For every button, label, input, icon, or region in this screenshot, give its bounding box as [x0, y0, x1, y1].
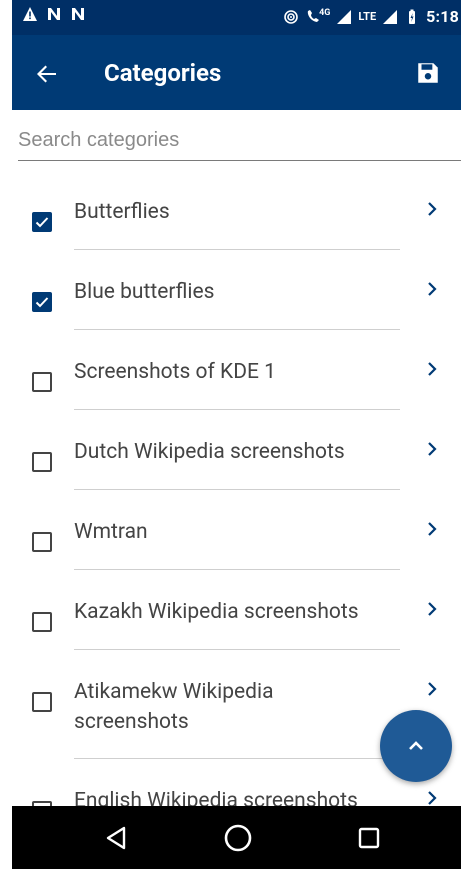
chevron-up-icon: [409, 741, 423, 750]
square-recents-icon: [358, 827, 380, 849]
check-icon: [35, 217, 49, 228]
arrow-left-icon: [37, 65, 56, 83]
chevron-right-icon[interactable]: [425, 602, 439, 616]
category-checkbox[interactable]: [32, 612, 52, 632]
nav-recents-button[interactable]: [351, 820, 387, 856]
chevron-right-icon[interactable]: [425, 362, 439, 376]
list-divider: [74, 329, 400, 330]
nav-home-button[interactable]: [220, 820, 256, 856]
list-divider: [74, 758, 400, 759]
chevron-right-icon[interactable]: [425, 282, 439, 296]
category-checkbox[interactable]: [32, 532, 52, 552]
app-bar: Categories: [12, 35, 461, 110]
category-label: Kazakh Wikipedia screenshots: [74, 600, 359, 624]
chevron-right-icon[interactable]: [425, 442, 439, 456]
status-notifications: [22, 6, 86, 22]
n-notification-icon: [48, 8, 60, 20]
system-nav-bar: [12, 806, 461, 869]
chevron-right-icon[interactable]: [425, 522, 439, 536]
status-time: 5:18: [426, 7, 459, 26]
chevron-right-icon[interactable]: [425, 791, 439, 805]
network-type-4g: 4G: [319, 7, 331, 18]
page-title: Categories: [104, 59, 222, 87]
network-type-lte: LTE: [358, 10, 377, 23]
back-button[interactable]: [30, 57, 64, 91]
category-label: Butterflies: [74, 200, 170, 224]
n-notification-icon: [72, 8, 84, 20]
battery-charging-icon: [409, 9, 416, 24]
list-divider: [74, 569, 400, 570]
triangle-back-icon: [106, 826, 126, 850]
category-checkbox[interactable]: [32, 372, 52, 392]
signal-icon: [383, 9, 398, 24]
chevron-right-icon[interactable]: [425, 202, 439, 216]
category-label: Screenshots of KDE 1: [74, 360, 276, 384]
circle-home-icon: [224, 824, 252, 852]
screen: 4G LTE 5:18 Categories Search categories…: [12, 0, 461, 869]
save-button[interactable]: [413, 58, 443, 88]
status-bar: 4G LTE 5:18: [12, 0, 461, 35]
category-label: Dutch Wikipedia screenshots: [74, 440, 345, 464]
search-container: [18, 125, 461, 161]
hotspot-icon: [284, 9, 298, 24]
list-divider: [74, 409, 400, 410]
search-input[interactable]: [18, 125, 461, 161]
category-checkbox[interactable]: [32, 212, 52, 232]
list-divider: [74, 649, 400, 650]
category-label: Wmtran: [74, 520, 148, 544]
nav-back-button[interactable]: [98, 820, 134, 856]
category-checkbox[interactable]: [32, 692, 52, 712]
status-system: 4G LTE 5:18: [283, 7, 459, 26]
category-label: Atikamekw Wikipedia screenshots: [74, 680, 274, 734]
check-icon: [35, 297, 49, 308]
warning-icon: [23, 7, 37, 21]
category-checkbox[interactable]: [32, 452, 52, 472]
save-icon: [418, 63, 438, 83]
category-checkbox[interactable]: [32, 292, 52, 312]
scroll-up-fab[interactable]: [380, 710, 452, 782]
chevron-right-icon[interactable]: [425, 682, 439, 696]
list-divider: [74, 249, 400, 250]
signal-icon: [337, 9, 352, 24]
category-label: Blue butterflies: [74, 280, 215, 304]
list-divider: [74, 489, 400, 490]
